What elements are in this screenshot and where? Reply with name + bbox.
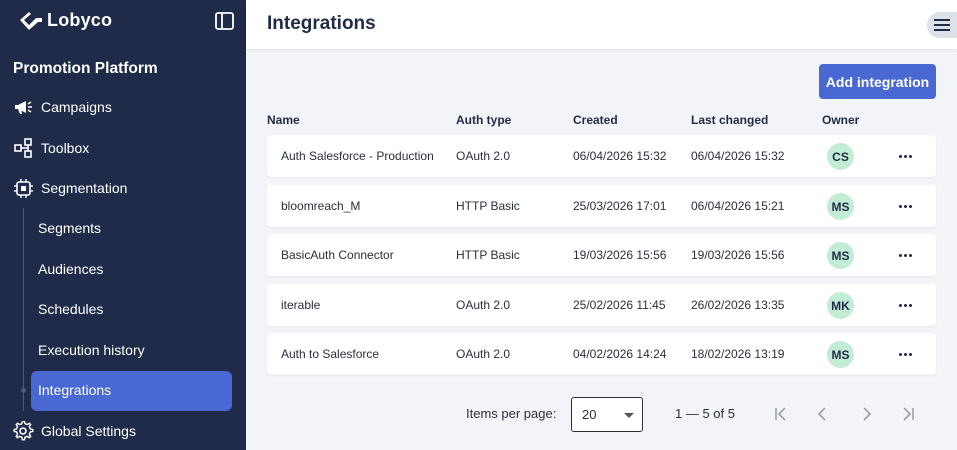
sidebar-item-label: Global Settings — [41, 423, 136, 439]
caret-down-icon — [624, 413, 634, 418]
table-row[interactable]: bloomreach_M HTTP Basic 25/03/2026 17:01… — [267, 185, 936, 227]
previous-page-icon[interactable] — [814, 405, 832, 423]
owner-avatar: MK — [827, 292, 854, 319]
cell-name: Auth to Salesforce — [281, 347, 380, 361]
cell-last-changed: 19/03/2026 15:56 — [691, 248, 785, 262]
owner-avatar: MS — [827, 242, 854, 269]
gear-icon — [13, 421, 34, 441]
more-actions-button[interactable] — [897, 246, 913, 264]
sidebar-item-integrations[interactable]: Integrations — [38, 380, 111, 400]
cell-last-changed: 26/02/2026 13:35 — [691, 298, 785, 312]
sidebar-item-label: Segmentation — [41, 180, 128, 196]
cell-created: 25/03/2026 17:01 — [573, 199, 667, 213]
menu-button[interactable] — [927, 12, 957, 38]
cell-auth-type: OAuth 2.0 — [456, 149, 511, 163]
sidebar-collapse-button[interactable] — [214, 11, 236, 31]
more-dots-icon — [898, 204, 902, 208]
column-header-name[interactable]: Name — [267, 113, 300, 127]
cell-name: Auth Salesforce - Production — [281, 149, 434, 163]
first-page-icon[interactable] — [772, 405, 790, 423]
sidebar-item-execution-history[interactable]: Execution history — [38, 340, 145, 360]
more-dots-icon — [898, 253, 902, 257]
table-row[interactable]: iterable OAuth 2.0 25/02/2026 11:45 26/0… — [267, 284, 936, 326]
column-header-owner[interactable]: Owner — [822, 113, 859, 127]
cell-name: BasicAuth Connector — [281, 248, 394, 262]
hamburger-icon — [934, 19, 950, 21]
items-per-page-label: Items per page: — [466, 406, 557, 421]
owner-avatar: CS — [827, 143, 854, 170]
cell-auth-type: OAuth 2.0 — [456, 347, 511, 361]
more-dots-icon — [898, 352, 902, 356]
submenu-active-dot — [21, 388, 26, 393]
column-header-auth-type[interactable]: Auth type — [456, 113, 511, 127]
tool-icon — [14, 138, 32, 158]
cell-created: 04/02/2026 14:24 — [573, 347, 667, 361]
cell-name: bloomreach_M — [281, 199, 361, 213]
more-actions-button[interactable] — [897, 345, 913, 363]
sidebar-item-schedules[interactable]: Schedules — [38, 299, 103, 319]
cell-auth-type: HTTP Basic — [456, 199, 520, 213]
column-header-last-changed[interactable]: Last changed — [691, 113, 768, 127]
sidebar-item-toolbox[interactable]: Toolbox — [13, 136, 89, 160]
more-actions-button[interactable] — [897, 147, 913, 165]
sidebar: Lobyco Promotion Platform Campaigns Tool… — [0, 0, 246, 450]
column-header-created[interactable]: Created — [573, 113, 618, 127]
sidebar-item-label: Toolbox — [41, 140, 90, 156]
next-page-icon[interactable] — [857, 405, 875, 423]
more-actions-button[interactable] — [897, 296, 913, 314]
cell-last-changed: 06/04/2026 15:21 — [691, 199, 785, 213]
sidebar-item-global-settings[interactable]: Global Settings — [13, 419, 136, 443]
platform-title: Promotion Platform — [13, 60, 158, 77]
chip-icon — [14, 179, 33, 198]
more-dots-icon — [898, 303, 902, 307]
add-integration-button[interactable]: Add integration — [819, 64, 936, 99]
more-dots-icon — [898, 154, 902, 158]
items-per-page-value: 20 — [582, 407, 597, 422]
items-per-page-select[interactable]: 20 — [571, 397, 643, 432]
sidebar-toggle-icon — [215, 12, 234, 30]
cell-auth-type: HTTP Basic — [456, 248, 520, 262]
cell-last-changed: 18/02/2026 13:19 — [691, 347, 785, 361]
table-row[interactable]: Auth Salesforce - Production OAuth 2.0 0… — [267, 135, 936, 177]
page-title: Integrations — [267, 13, 376, 34]
megaphone-icon — [15, 101, 32, 114]
owner-avatar: MS — [827, 193, 854, 220]
cell-created: 06/04/2026 15:32 — [573, 149, 667, 163]
brand-logo[interactable]: Lobyco — [18, 9, 112, 31]
pagination-range: 1 — 5 of 5 — [675, 406, 735, 421]
cell-name: iterable — [281, 298, 321, 312]
more-actions-button[interactable] — [897, 197, 913, 215]
owner-avatar: MS — [827, 341, 854, 368]
lobyco-logo-icon — [20, 12, 42, 30]
cell-last-changed: 06/04/2026 15:32 — [691, 149, 785, 163]
sidebar-item-segments[interactable]: Segments — [38, 218, 101, 238]
sidebar-item-segmentation[interactable]: Segmentation — [13, 176, 127, 200]
last-page-icon[interactable] — [899, 405, 917, 423]
submenu-line — [23, 208, 24, 411]
cell-auth-type: OAuth 2.0 — [456, 298, 511, 312]
page-header: Integrations — [246, 0, 957, 49]
sidebar-item-campaigns[interactable]: Campaigns — [13, 95, 112, 119]
cell-created: 19/03/2026 15:56 — [573, 248, 667, 262]
table-row[interactable]: BasicAuth Connector HTTP Basic 19/03/202… — [267, 234, 936, 276]
sidebar-item-audiences[interactable]: Audiences — [38, 259, 103, 279]
cell-created: 25/02/2026 11:45 — [573, 298, 666, 312]
sidebar-item-label: Campaigns — [41, 99, 112, 115]
brand-name: Lobyco — [47, 9, 113, 30]
hamburger-icon — [934, 24, 950, 26]
table-row[interactable]: Auth to Salesforce OAuth 2.0 04/02/2026 … — [267, 333, 936, 375]
hamburger-icon — [934, 29, 950, 31]
